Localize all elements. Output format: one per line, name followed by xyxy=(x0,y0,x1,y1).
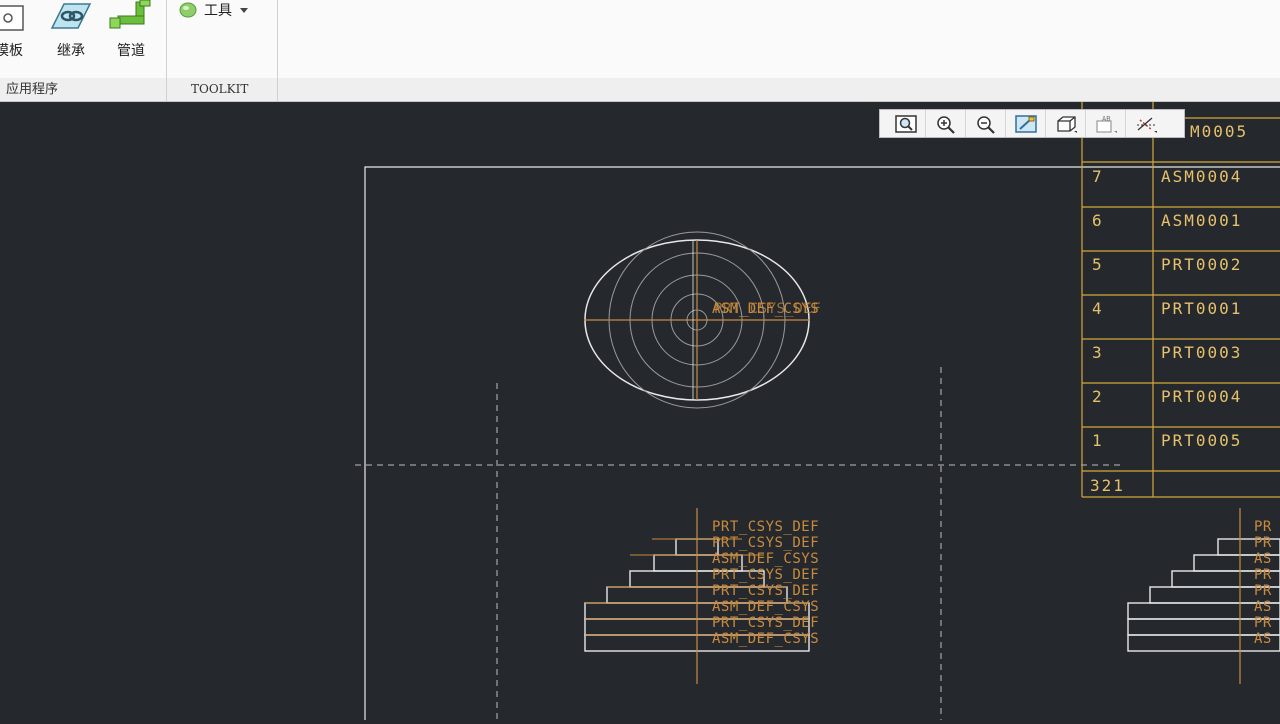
inheritance-label: 继承 xyxy=(57,43,85,59)
bom-index: 1 xyxy=(1092,431,1104,450)
pipe-button[interactable]: 管道 xyxy=(106,0,156,60)
bom-name: ASM0001 xyxy=(1161,211,1242,230)
csys-label: AS xyxy=(1254,599,1272,615)
repaint-icon xyxy=(1014,114,1037,133)
zoom-out-button[interactable] xyxy=(966,110,1006,137)
csys-label: PRT_CSYS_DEF xyxy=(712,615,819,631)
pipe-icon xyxy=(109,0,151,29)
side-view[interactable]: PR PR AS PR PR AS PR AS xyxy=(1127,508,1280,684)
datum-display-icon xyxy=(1137,117,1157,133)
front-view[interactable]: PRT_CSYS_DEF PRT_CSYS_DEF ASM_DEF_CSYS P… xyxy=(584,508,819,684)
applications-group-label: 应用程序 xyxy=(6,82,59,97)
bom-footer: 321 xyxy=(1090,476,1125,495)
zoom-in-button[interactable] xyxy=(926,110,966,137)
inheritance-button[interactable]: 继承 xyxy=(46,0,96,60)
csys-label: PRT_CSYS_DEF xyxy=(712,567,819,583)
repaint-button[interactable] xyxy=(1006,110,1046,137)
refit-button[interactable] xyxy=(886,110,926,137)
group-separator xyxy=(166,78,167,101)
bom-name: PRT0002 xyxy=(1161,255,1242,274)
display-style-icon xyxy=(1056,115,1077,133)
csys-label: PR xyxy=(1254,583,1272,599)
bom-name: PRT0004 xyxy=(1161,387,1242,406)
tools-label: 工具 xyxy=(204,3,232,19)
ribbon: 模板 继承 管道 工具 xyxy=(0,0,1280,101)
template-label: 模板 xyxy=(0,43,23,59)
csys-label: AS xyxy=(1254,551,1272,567)
tools-dropdown[interactable]: 工具 xyxy=(178,0,250,20)
bom-index: 2 xyxy=(1092,387,1104,406)
refit-icon xyxy=(894,114,917,133)
csys-label: PRT_CSYS_DEF xyxy=(714,301,821,317)
annotation-display-icon: AB xyxy=(1095,115,1117,133)
bom-name: M0005 xyxy=(1190,122,1248,141)
bom-name: ASM0004 xyxy=(1161,167,1242,186)
annotation-display-button[interactable]: AB xyxy=(1086,110,1126,137)
zoom-in-icon xyxy=(936,115,955,134)
csys-label: PRT_CSYS_DEF xyxy=(712,535,819,551)
bom-index: 5 xyxy=(1092,255,1104,274)
bom-name: PRT0003 xyxy=(1161,343,1242,362)
datum-display-button[interactable] xyxy=(1126,110,1166,137)
view-toolbar: AB xyxy=(879,109,1185,138)
bom-index: 7 xyxy=(1092,167,1104,186)
csys-label: PRT_CSYS_DEF xyxy=(712,519,819,535)
top-view[interactable]: ASM_DEF_CSYS PRT_CSYS_DEF xyxy=(584,231,821,409)
bom-index: 4 xyxy=(1092,299,1104,318)
pipe-label: 管道 xyxy=(117,43,145,59)
group-separator xyxy=(277,78,278,101)
csys-label: ASM_DEF_CSYS xyxy=(712,631,819,647)
zoom-out-icon xyxy=(976,115,995,134)
bom-table-text: M0005 7 ASM0004 6 ASM0001 5 PRT0002 4 PR… xyxy=(1090,122,1248,495)
chevron-down-icon xyxy=(240,8,248,13)
ribbon-group-row: 应用程序 TOOLKIT xyxy=(0,78,1280,102)
template-icon xyxy=(0,5,24,31)
csys-label: ASM_DEF_CSYS xyxy=(712,551,819,567)
inheritance-icon xyxy=(50,3,92,29)
csys-label: PR xyxy=(1254,615,1272,631)
drawing-canvas[interactable]: ASM_DEF_CSYS PRT_CSYS_DEF PRT_CSYS_DEF P… xyxy=(0,102,1280,720)
drawing-svg: ASM_DEF_CSYS PRT_CSYS_DEF PRT_CSYS_DEF P… xyxy=(355,102,1280,720)
bom-name: PRT0005 xyxy=(1161,431,1242,450)
csys-label: PRT_CSYS_DEF xyxy=(712,583,819,599)
bom-index: 6 xyxy=(1092,211,1104,230)
template-button[interactable]: 模板 xyxy=(0,0,32,60)
display-style-button[interactable] xyxy=(1046,110,1086,137)
csys-label: PR xyxy=(1254,535,1272,551)
toolkit-group-label: TOOLKIT xyxy=(191,82,249,96)
tools-icon xyxy=(179,2,197,18)
csys-label: PR xyxy=(1254,567,1272,583)
svg-text:AB: AB xyxy=(1102,115,1110,123)
csys-label: ASM_DEF_CSYS xyxy=(712,599,819,615)
sheet-border xyxy=(364,166,1280,720)
bom-name: PRT0001 xyxy=(1161,299,1242,318)
csys-label: PR xyxy=(1254,519,1272,535)
bom-index: 3 xyxy=(1092,343,1104,362)
csys-label: AS xyxy=(1254,631,1272,647)
